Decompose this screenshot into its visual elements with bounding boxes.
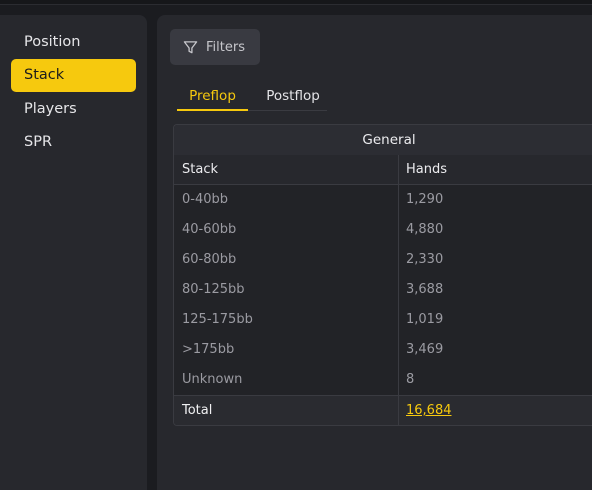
sidebar-item-players[interactable]: Players	[11, 93, 136, 126]
stats-table: General Stack Hands 0-40bb 1,290 40-60bb…	[173, 124, 592, 426]
table-row: 125-175bb 1,019	[174, 305, 592, 335]
sidebar: Position Stack Players SPR	[0, 15, 147, 490]
total-hands-link[interactable]: 16,684	[406, 403, 452, 418]
table-row: 0-40bb 1,290	[174, 185, 592, 215]
stack-cell: 0-40bb	[182, 192, 229, 207]
table-row: 60-80bb 2,330	[174, 245, 592, 275]
stack-cell: 60-80bb	[182, 252, 237, 267]
filters-button[interactable]: Filters	[170, 29, 260, 65]
tab-preflop[interactable]: Preflop	[177, 85, 248, 111]
column-header-stack[interactable]: Stack	[174, 155, 398, 185]
table-row: 80-125bb 3,688	[174, 275, 592, 305]
sidebar-item-stack[interactable]: Stack	[11, 59, 136, 92]
tab-bar: Preflop Postflop	[177, 85, 327, 111]
table-row: 40-60bb 4,880	[174, 215, 592, 245]
hands-cell: 3,469	[406, 342, 444, 357]
sidebar-item-position[interactable]: Position	[11, 26, 136, 59]
hands-cell: 2,330	[406, 252, 444, 267]
group-header: General	[174, 125, 592, 156]
table-row: Unknown 8	[174, 365, 592, 395]
total-row: Total 16,684	[174, 395, 592, 425]
total-label: Total	[182, 403, 213, 418]
stack-cell: 80-125bb	[182, 282, 245, 297]
stack-cell: 40-60bb	[182, 222, 237, 237]
main-panel: Filters Preflop Postflop General Stack H…	[157, 15, 592, 490]
tab-postflop[interactable]: Postflop	[254, 85, 332, 109]
hands-cell: 8	[406, 372, 415, 387]
sidebar-item-label: Stack	[24, 67, 65, 83]
table-row: >175bb 3,469	[174, 335, 592, 365]
sidebar-item-label: Players	[24, 101, 77, 117]
total-value-cell: 16,684	[398, 396, 592, 425]
filters-label: Filters	[206, 39, 245, 55]
group-header-title: General	[362, 132, 416, 148]
stack-cell: >175bb	[182, 342, 235, 357]
sidebar-item-spr[interactable]: SPR	[11, 126, 136, 159]
hands-cell: 1,290	[406, 192, 444, 207]
hands-cell: 4,880	[406, 222, 444, 237]
hands-cell: 3,688	[406, 282, 444, 297]
stack-cell: Unknown	[182, 372, 243, 387]
top-bar	[0, 0, 592, 5]
column-divider	[398, 155, 399, 425]
stack-cell: 125-175bb	[182, 312, 253, 327]
hands-cell: 1,019	[406, 312, 444, 327]
sidebar-item-label: SPR	[24, 134, 53, 150]
sidebar-item-label: Position	[24, 34, 81, 50]
filter-icon	[183, 40, 198, 55]
column-header-hands[interactable]: Hands	[398, 155, 592, 185]
